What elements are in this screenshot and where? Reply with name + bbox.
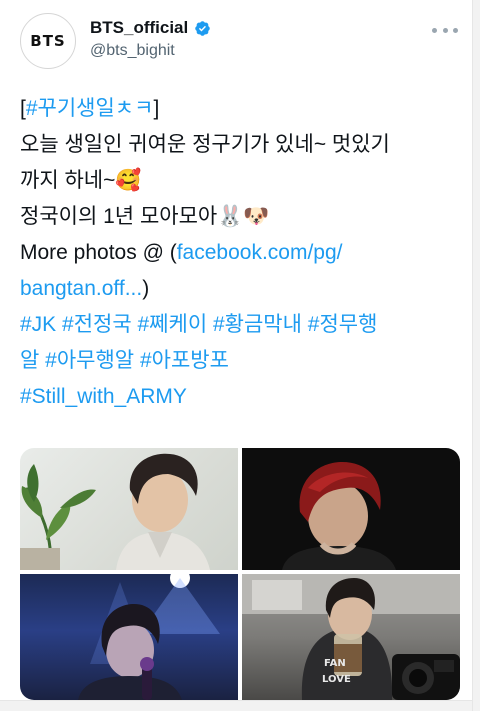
url-link[interactable]: facebook.com/pg/ [177,241,343,264]
tweet-line: 오늘 생일인 귀여운 정구기가 있네~ 멋있기 [20,127,470,163]
dot [442,27,448,33]
avatar[interactable]: BTS [20,13,76,69]
text-segment: 정국이의 1년 모아모아🐰🐶 [20,205,270,228]
avatar-logo-text: BTS [30,32,66,50]
media-grid: FAN LOVE [20,448,460,700]
text-segment: 까지 하네~🥰 [20,169,142,192]
tweet-line: #JK #전정국 #쩨케이 #황금막내 #정무행 [20,307,470,343]
url-link[interactable]: bangtan.off... [20,277,142,300]
handle[interactable]: @bts_bighit [90,42,175,60]
svg-text:FAN: FAN [324,658,346,669]
photo-4-image: FAN LOVE [242,574,460,700]
photo-3[interactable] [20,574,238,700]
tweet-line: 까지 하네~🥰 [20,163,470,199]
tweet-line: #Still_with_ARMY [20,379,470,415]
tweet-line: 정국이의 1년 모아모아🐰🐶 [20,199,470,235]
card-bottom-edge [0,700,472,711]
photo-3-image [78,574,220,700]
tweet-line: More photos @ (facebook.com/pg/ [20,235,470,271]
text-segment: ] [153,97,160,120]
photo-4[interactable]: FAN LOVE [242,574,460,700]
text-segment: 오늘 생일인 귀여운 정구기가 있네~ 멋있기 [20,133,390,156]
dot [432,27,437,33]
tweet-card: BTS BTS_official @bts_bighit [#꾸기생일ㅊㅋ] 오… [0,0,472,700]
hashtag-link[interactable]: #JK #전정국 #쩨케이 #황금막내 #정무행 [20,313,377,336]
photo-2-image [282,462,396,570]
tweet-line: bangtan.off...) [20,271,470,307]
display-name[interactable]: BTS_official [90,18,188,38]
text-segment: ) [142,277,150,300]
more-options-icon[interactable] [432,20,458,40]
tweet-line: [#꾸기생일ㅊㅋ] [20,91,470,127]
scroll-edge [472,0,480,711]
hashtag-link[interactable]: 알 #아무행알 #아포방포 [20,349,229,372]
photo-1-image [20,453,210,570]
photo-2[interactable] [242,448,460,570]
verified-badge-icon [195,20,211,36]
hashtag-link[interactable]: #Still_with_ARMY [20,385,187,408]
hashtag-link[interactable]: #꾸기생일ㅊㅋ [26,97,154,120]
name-row: BTS_official [90,18,211,38]
text-segment: More photos @ ( [20,241,177,264]
dot [453,27,458,33]
svg-text:LOVE: LOVE [322,674,351,685]
photo-1[interactable] [20,448,238,570]
tweet-line: 알 #아무행알 #아포방포 [20,343,470,379]
tweet-text: [#꾸기생일ㅊㅋ] 오늘 생일인 귀여운 정구기가 있네~ 멋있기 까지 하네~… [20,91,470,415]
